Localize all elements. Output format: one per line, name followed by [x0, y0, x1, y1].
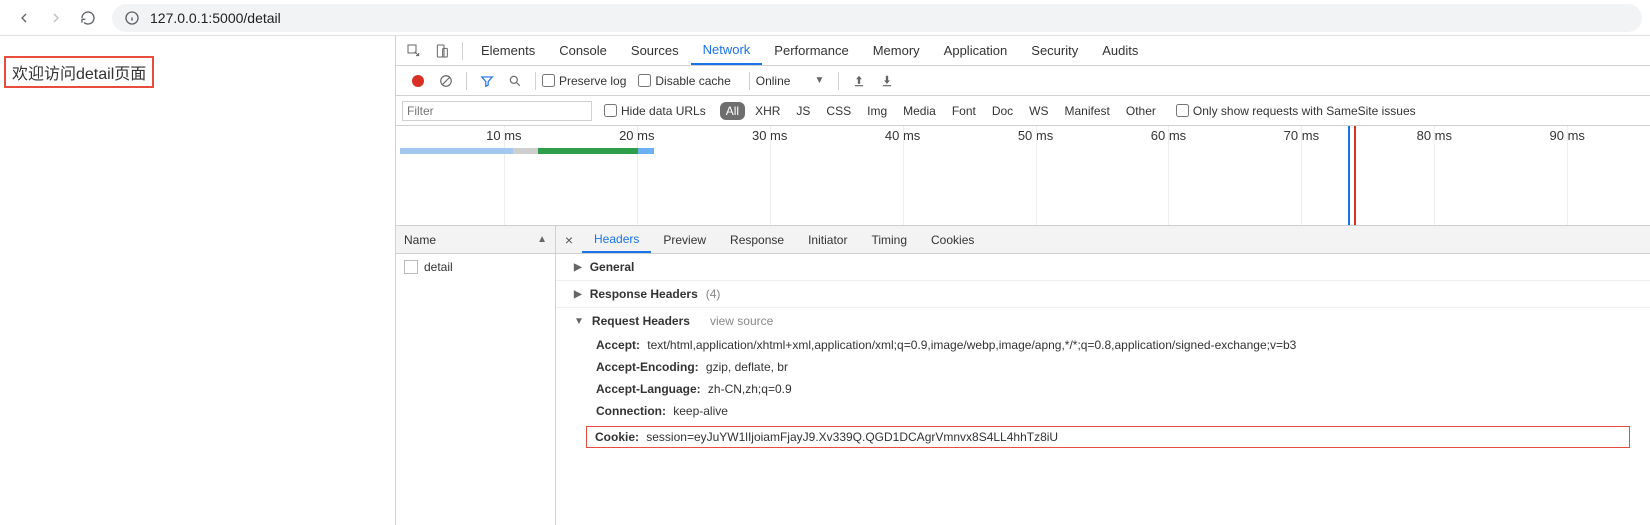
- url-bar[interactable]: 127.0.0.1:5000/detail: [112, 4, 1642, 32]
- disable-cache-checkbox[interactable]: Disable cache: [638, 74, 730, 88]
- page-content: 欢迎访问detail页面: [0, 36, 395, 525]
- detail-tabs: × Headers Preview Response Initiator Tim…: [556, 226, 1650, 254]
- hide-data-urls-checkbox[interactable]: Hide data URLs: [604, 104, 706, 118]
- type-other[interactable]: Other: [1120, 102, 1162, 120]
- type-manifest[interactable]: Manifest: [1059, 102, 1116, 120]
- tab-application[interactable]: Application: [932, 36, 1020, 65]
- type-js[interactable]: JS: [790, 102, 816, 120]
- response-headers-section[interactable]: ▶ Response Headers (4): [556, 281, 1650, 308]
- tab-performance[interactable]: Performance: [762, 36, 860, 65]
- request-list-header[interactable]: Name ▲: [396, 226, 555, 254]
- timeline-load-marker: [1354, 126, 1356, 225]
- reload-button[interactable]: [72, 4, 104, 32]
- type-media[interactable]: Media: [897, 102, 942, 120]
- timeline-bar: [638, 148, 654, 154]
- view-source-link[interactable]: view source: [710, 314, 773, 328]
- type-doc[interactable]: Doc: [986, 102, 1019, 120]
- clear-button[interactable]: [432, 67, 460, 95]
- headers-body: ▶ General ▶ Response Headers (4) ▼ Reque…: [556, 254, 1650, 525]
- inspect-icon[interactable]: [400, 37, 428, 65]
- type-all[interactable]: All: [720, 102, 745, 120]
- network-timeline[interactable]: 10 ms 20 ms 30 ms 40 ms 50 ms 60 ms 70 m…: [396, 126, 1650, 226]
- request-item[interactable]: detail: [396, 254, 555, 280]
- download-har-icon[interactable]: [873, 67, 901, 95]
- tab-sources[interactable]: Sources: [619, 36, 691, 65]
- type-img[interactable]: Img: [861, 102, 893, 120]
- tab-elements[interactable]: Elements: [469, 36, 547, 65]
- preserve-log-checkbox[interactable]: Preserve log: [542, 74, 626, 88]
- type-css[interactable]: CSS: [820, 102, 857, 120]
- detail-tab-initiator[interactable]: Initiator: [796, 226, 859, 253]
- tab-security[interactable]: Security: [1019, 36, 1090, 65]
- device-toggle-icon[interactable]: [428, 37, 456, 65]
- devtools-panel: Elements Console Sources Network Perform…: [395, 36, 1650, 525]
- record-button[interactable]: [404, 67, 432, 95]
- upload-har-icon[interactable]: [845, 67, 873, 95]
- url-text: 127.0.0.1:5000/detail: [150, 10, 281, 26]
- forward-button[interactable]: [40, 4, 72, 32]
- header-row-cookie: Cookie: session=eyJuYW1lIjoiamFjayJ9.Xv3…: [586, 426, 1630, 448]
- request-list: Name ▲ detail: [396, 226, 556, 525]
- timeline-dcl-marker: [1348, 126, 1350, 225]
- collapse-triangle-icon: ▶: [574, 289, 582, 300]
- throttle-select[interactable]: Online ▼: [756, 74, 825, 88]
- file-icon: [404, 260, 418, 274]
- request-detail-panel: × Headers Preview Response Initiator Tim…: [556, 226, 1650, 525]
- timeline-bar: [538, 148, 638, 154]
- header-row: Accept-Language: zh-CN,zh;q=0.9: [556, 378, 1650, 400]
- filter-toggle-icon[interactable]: [473, 67, 501, 95]
- type-ws[interactable]: WS: [1023, 102, 1054, 120]
- detail-tab-headers[interactable]: Headers: [582, 226, 651, 253]
- general-section[interactable]: ▶ General: [556, 254, 1650, 281]
- header-row: Accept-Encoding: gzip, deflate, br: [556, 356, 1650, 378]
- detail-tab-response[interactable]: Response: [718, 226, 796, 253]
- browser-toolbar: 127.0.0.1:5000/detail: [0, 0, 1650, 36]
- network-toolbar: Preserve log Disable cache Online ▼: [396, 66, 1650, 96]
- expand-triangle-icon: ▼: [574, 316, 584, 327]
- site-info-icon[interactable]: [124, 10, 140, 26]
- search-icon[interactable]: [501, 67, 529, 95]
- detail-tab-preview[interactable]: Preview: [651, 226, 718, 253]
- type-font[interactable]: Font: [946, 102, 982, 120]
- header-row: Connection: keep-alive: [556, 400, 1650, 422]
- tab-audits[interactable]: Audits: [1090, 36, 1150, 65]
- filter-row: Hide data URLs All XHR JS CSS Img Media …: [396, 96, 1650, 126]
- type-xhr[interactable]: XHR: [749, 102, 786, 120]
- timeline-bar: [513, 148, 538, 154]
- tab-network[interactable]: Network: [691, 36, 763, 65]
- header-row: Accept: text/html,application/xhtml+xml,…: [556, 334, 1650, 356]
- request-headers-section[interactable]: ▼ Request Headers view source: [556, 308, 1650, 334]
- devtools-tabs: Elements Console Sources Network Perform…: [396, 36, 1650, 66]
- samesite-checkbox[interactable]: Only show requests with SameSite issues: [1176, 104, 1416, 118]
- close-detail-button[interactable]: ×: [556, 232, 582, 248]
- back-button[interactable]: [8, 4, 40, 32]
- collapse-triangle-icon: ▶: [574, 262, 582, 273]
- tab-console[interactable]: Console: [547, 36, 619, 65]
- tab-memory[interactable]: Memory: [861, 36, 932, 65]
- detail-tab-cookies[interactable]: Cookies: [919, 226, 986, 253]
- filter-input[interactable]: [402, 101, 592, 121]
- welcome-text: 欢迎访问detail页面: [4, 56, 154, 88]
- detail-tab-timing[interactable]: Timing: [859, 226, 919, 253]
- timeline-bar: [400, 148, 513, 154]
